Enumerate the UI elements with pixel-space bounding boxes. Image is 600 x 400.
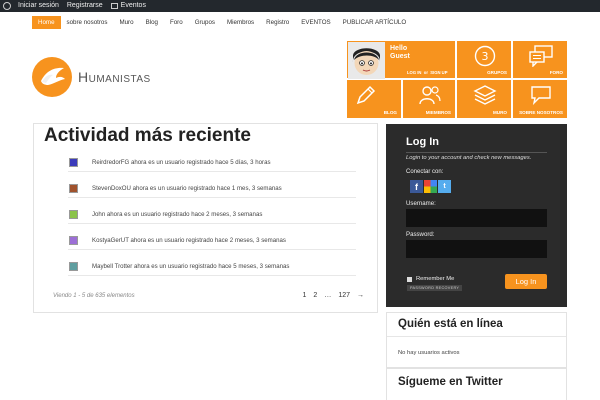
password-recovery-link[interactable]: PASSWORD RECOVERY	[407, 285, 463, 291]
tile-login-link[interactable]: LOG IN	[407, 70, 421, 75]
admin-bar-register-link[interactable]: Registrarse	[63, 0, 107, 12]
tile-signup-link[interactable]: SIGN UP	[430, 70, 447, 75]
pagination-count: Viendo 1 - 5 de 635 elementos	[53, 293, 135, 299]
tile-blog-label: BLOG	[383, 110, 397, 115]
activity-item: StevenDoxOU ahora es un usuario registra…	[68, 179, 356, 198]
tile-sobre-nosotros-label: SOBRE NOSOTROS	[519, 110, 563, 115]
login-title: Log In	[406, 136, 439, 148]
login-links: LOG IN or SIGN UP	[407, 70, 448, 75]
activity-text: ReirdredorFG ahora es un usuario registr…	[92, 158, 271, 166]
activity-text: StevenDoxOU ahora es un usuario registra…	[92, 184, 282, 192]
activity-item: KostyaGerUT ahora es un usuario registra…	[68, 231, 356, 250]
tile-blog[interactable]: BLOG	[346, 79, 402, 119]
tile-muro[interactable]: MURO	[456, 79, 512, 119]
twitter-icon[interactable]: t	[438, 180, 451, 193]
login-widget: Log In Login to your account and check n…	[386, 124, 567, 307]
activity-text: KostyaGerUT ahora es un usuario registra…	[92, 236, 286, 244]
online-empty-text: No hay usuarios activos	[398, 350, 460, 356]
username-field[interactable]	[406, 209, 547, 227]
user-avatar[interactable]	[69, 183, 78, 193]
nav-item-publicar-articulo[interactable]: PUBLICAR ARTÍCULO	[337, 16, 413, 29]
members-icon	[419, 86, 441, 105]
online-widget: Quién está en línea No hay usuarios acti…	[386, 312, 567, 368]
activity-item: John ahora es un usuario registrado hace…	[68, 205, 356, 224]
admin-bar: Iniciar sesión Registrarse Eventos	[0, 0, 600, 12]
user-avatar[interactable]	[69, 235, 78, 245]
login-button[interactable]: Log In	[505, 274, 547, 289]
twitter-title: Sígueme en Twitter	[398, 376, 503, 388]
svg-text:3: 3	[482, 50, 489, 63]
nav-item-blog[interactable]: Blog	[140, 16, 164, 29]
pagination: 1 2 … 127 →	[296, 292, 365, 299]
page-link-last[interactable]: 127	[338, 292, 350, 299]
remember-me[interactable]: Remember Me	[407, 276, 454, 282]
main-nav: Home sobre nosotros Muro Blog Foro Grupo…	[32, 16, 412, 29]
activity-item: ReirdredorFG ahora es un usuario registr…	[68, 153, 356, 172]
tile-grupos[interactable]: 3 GRUPOS	[456, 40, 512, 79]
header-tiles: Hello Guest LOG IN or SIGN UP 3 GRUPOS F…	[346, 40, 568, 119]
activity-panel: Actividad más reciente ReirdredorFG ahor…	[33, 123, 378, 313]
password-field[interactable]	[406, 240, 547, 258]
greeting: Hello Guest	[390, 45, 410, 61]
pencil-icon	[356, 85, 376, 105]
tile-foro-label: FORO	[549, 70, 563, 75]
page-ellipsis: …	[324, 292, 332, 299]
user-avatar[interactable]	[69, 157, 78, 167]
tile-miembros-label: MIEMBROS	[425, 110, 451, 115]
nav-item-sobre-nosotros[interactable]: sobre nosotros	[61, 16, 114, 29]
login-divider	[406, 152, 547, 153]
user-avatar[interactable]	[69, 209, 78, 219]
tile-foro[interactable]: FORO	[512, 40, 568, 79]
activity-item: Maybell Trotter ahora es un usuario regi…	[68, 257, 356, 276]
connect-label: Conectar con:	[406, 169, 444, 175]
site-logo[interactable]: Humanistas	[32, 57, 151, 97]
site-title: Humanistas	[78, 69, 151, 85]
chat-icon	[531, 86, 551, 106]
dove-icon	[32, 57, 72, 97]
admin-bar-events-label: Eventos	[120, 2, 146, 9]
nav-item-muro[interactable]: Muro	[113, 16, 139, 29]
tile-or-text: or	[423, 70, 428, 75]
nav-item-registro[interactable]: Registro	[260, 16, 295, 29]
guest-avatar	[348, 42, 385, 79]
nav-item-eventos[interactable]: EVENTOS	[295, 16, 336, 29]
admin-bar-login-link[interactable]: Iniciar sesión	[14, 0, 63, 12]
activity-text: John ahora es un usuario registrado hace…	[92, 210, 263, 218]
tile-sobre-nosotros[interactable]: SOBRE NOSOTROS	[512, 79, 568, 119]
page-title: Actividad más reciente	[44, 125, 251, 146]
groups-icon: 3	[474, 45, 496, 67]
nav-item-foro[interactable]: Foro	[164, 16, 189, 29]
tile-miembros[interactable]: MIEMBROS	[402, 79, 456, 119]
calendar-icon	[110, 3, 118, 9]
page-next-arrow[interactable]: →	[357, 292, 364, 299]
username-label: Username:	[406, 200, 436, 207]
facebook-icon[interactable]: f	[410, 180, 423, 193]
social-login: f t	[410, 180, 452, 193]
tile-muro-label: MURO	[492, 110, 507, 115]
user-tile: Hello Guest LOG IN or SIGN UP	[346, 40, 456, 79]
layers-icon	[473, 85, 497, 105]
page-link-1[interactable]: 1	[303, 292, 307, 299]
login-subtitle: Login to your account and check new mess…	[406, 155, 532, 161]
google-icon[interactable]	[424, 180, 437, 193]
greeting-hello: Hello	[390, 45, 408, 52]
wordpress-logo-icon[interactable]	[0, 0, 14, 12]
password-label: Password:	[406, 231, 435, 238]
online-divider	[387, 336, 566, 337]
twitter-widget: Sígueme en Twitter	[386, 368, 567, 400]
forum-icon	[529, 45, 553, 67]
tile-grupos-label: GRUPOS	[487, 70, 507, 75]
nav-item-miembros[interactable]: Miembros	[221, 16, 260, 29]
greeting-guest: Guest	[390, 53, 410, 60]
user-avatar[interactable]	[69, 261, 78, 271]
remember-checkbox[interactable]	[407, 276, 412, 282]
admin-bar-events-link[interactable]: Eventos	[107, 0, 150, 12]
activity-text: Maybell Trotter ahora es un usuario regi…	[92, 262, 290, 270]
page-link-2[interactable]: 2	[313, 292, 317, 299]
nav-item-grupos[interactable]: Grupos	[189, 16, 221, 29]
remember-label: Remember Me	[416, 276, 455, 282]
online-title: Quién está en línea	[398, 318, 503, 330]
nav-item-home[interactable]: Home	[32, 16, 61, 29]
